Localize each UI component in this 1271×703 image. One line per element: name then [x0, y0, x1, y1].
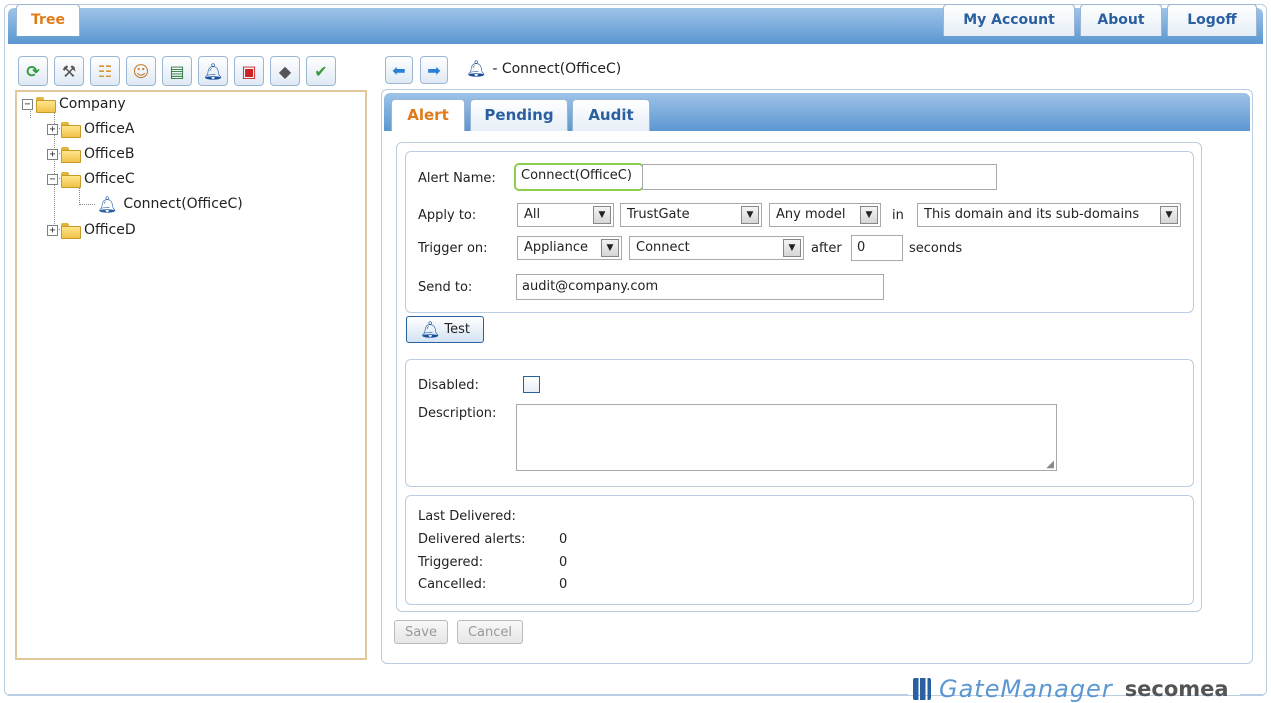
apply-all-select[interactable]: All ▼ [517, 203, 614, 227]
in-label: in [892, 208, 904, 223]
my-account-button[interactable]: My Account [943, 4, 1075, 36]
description-textarea[interactable]: ◢ [516, 404, 1057, 471]
last-delivered-label: Last Delivered: [418, 509, 516, 524]
chevron-down-icon: ▼ [860, 206, 878, 224]
alert-name-input-extension[interactable] [642, 164, 997, 190]
chevron-down-icon: ▼ [601, 239, 619, 257]
hierarchy-icon[interactable]: ☷ [90, 56, 120, 86]
tree-panel: − Company + OfficeA + OfficeB − OfficeC … [15, 90, 367, 660]
bell-icon: 🔔︎ [420, 320, 441, 339]
tab-audit[interactable]: Audit [572, 99, 650, 131]
apply-model-select[interactable]: Any model ▼ [769, 203, 881, 227]
cancel-button[interactable]: Cancel [457, 620, 523, 644]
disabled-label: Disabled: [418, 378, 479, 393]
alert-name-label: Alert Name: [418, 171, 496, 186]
trigger-source-select[interactable]: Appliance ▼ [517, 236, 622, 260]
tree-item-officed[interactable]: + OfficeD [47, 219, 136, 241]
license-icon[interactable]: ✔ [306, 56, 336, 86]
tab-pending[interactable]: Pending [470, 99, 568, 131]
seconds-label: seconds [909, 241, 963, 256]
disk-icon[interactable]: ◆ [270, 56, 300, 86]
bell-icon: 🔔︎ [97, 194, 118, 214]
trigger-event-select[interactable]: Connect ▼ [629, 236, 804, 260]
expand-icon[interactable]: + [47, 148, 58, 160]
statistics-group [405, 495, 1194, 605]
tree-item-officea[interactable]: + OfficeA [47, 118, 134, 140]
collapse-icon[interactable]: − [47, 173, 58, 185]
trigger-on-label: Trigger on: [418, 241, 488, 256]
back-arrow-icon[interactable]: ⬅ [385, 56, 413, 84]
delivered-alerts-value: 0 [559, 532, 568, 547]
tab-tree[interactable]: Tree [16, 4, 80, 36]
delivered-alerts-label: Delivered alerts: [418, 532, 526, 547]
folder-icon [61, 223, 81, 239]
apply-product-select[interactable]: TrustGate ▼ [620, 203, 762, 227]
expand-icon[interactable]: + [47, 224, 58, 236]
tree-item-officeb[interactable]: + OfficeB [47, 143, 134, 165]
tools-icon[interactable]: ⚒ [54, 56, 84, 86]
tab-alert[interactable]: Alert [391, 99, 465, 131]
expand-icon[interactable]: + [47, 123, 58, 135]
alert-icon[interactable]: 🔔︎ [198, 56, 228, 86]
folder-open-icon [61, 172, 81, 188]
product-name: GateManager [939, 675, 1113, 703]
resize-handle-icon[interactable]: ◢ [1046, 459, 1054, 470]
test-button[interactable]: 🔔︎ Test [406, 316, 484, 343]
vendor-name: secomea [1124, 677, 1229, 701]
tree-item-alert[interactable]: 🔔︎ Connect(OfficeC) [97, 193, 243, 215]
send-to-label: Send to: [418, 280, 473, 295]
user-icon[interactable]: ☺ [126, 56, 156, 86]
refresh-icon[interactable]: ⟳ [18, 56, 48, 86]
cancelled-value: 0 [559, 577, 568, 592]
bell-icon: 🔔︎ [466, 59, 487, 78]
folder-icon [61, 147, 81, 163]
footer-divider [1240, 694, 1264, 695]
breadcrumb: 🔔︎ - Connect(OfficeC) [466, 59, 622, 78]
forward-arrow-icon[interactable]: ➡ [420, 56, 448, 84]
tree-item-officec[interactable]: − OfficeC [47, 168, 135, 190]
gatemanager-logo-icon [913, 678, 931, 700]
cancelled-label: Cancelled: [418, 577, 487, 592]
disabled-checkbox[interactable] [523, 376, 540, 393]
footer-divider [8, 694, 908, 695]
apply-to-label: Apply to: [418, 208, 477, 223]
chevron-down-icon: ▼ [593, 206, 611, 224]
tree-item-company[interactable]: − Company [22, 93, 126, 115]
chevron-down-icon: ▼ [741, 206, 759, 224]
chevron-down-icon: ▼ [783, 239, 801, 257]
save-button[interactable]: Save [394, 620, 448, 644]
alert-name-input[interactable]: Connect(OfficeC) [514, 163, 644, 191]
after-label: after [811, 241, 842, 256]
report-icon[interactable]: ▤ [162, 56, 192, 86]
toolbox-icon[interactable]: ▣ [234, 56, 264, 86]
chevron-down-icon: ▼ [1160, 206, 1178, 224]
folder-icon [61, 122, 81, 138]
after-seconds-input[interactable]: 0 [851, 235, 903, 261]
logoff-button[interactable]: Logoff [1167, 4, 1257, 36]
send-to-input[interactable]: audit@company.com [516, 274, 884, 300]
apply-domain-select[interactable]: This domain and its sub-domains ▼ [917, 203, 1181, 227]
collapse-icon[interactable]: − [22, 98, 33, 110]
folder-open-icon [36, 97, 56, 113]
about-button[interactable]: About [1080, 4, 1162, 36]
triggered-value: 0 [559, 555, 568, 570]
description-label: Description: [418, 406, 497, 421]
branding: GateManager secomea [913, 675, 1229, 703]
triggered-label: Triggered: [418, 555, 484, 570]
